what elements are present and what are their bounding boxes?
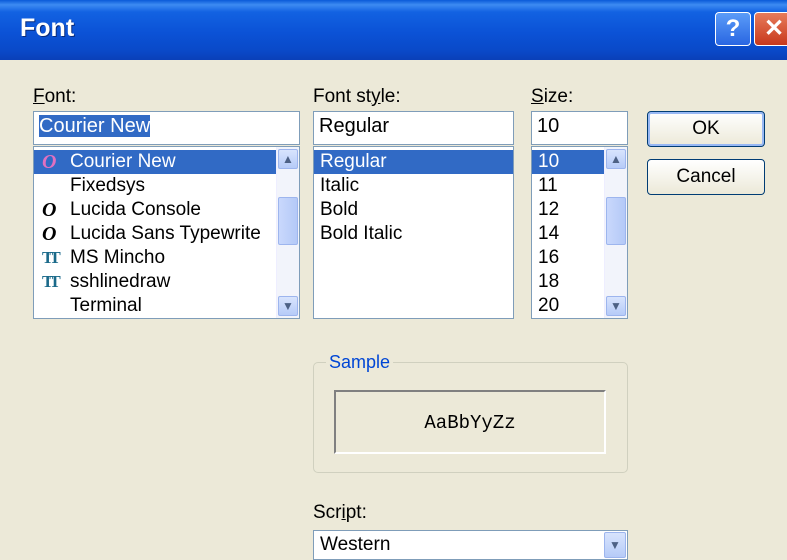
up-arrow-icon[interactable]: ▲ <box>606 149 626 169</box>
font-list-item-label: Fixedsys <box>70 175 145 196</box>
size-item[interactable]: 18 <box>532 270 605 294</box>
font-style-input[interactable]: Regular <box>313 111 514 145</box>
font-style-label: Font style: <box>313 86 401 107</box>
font-list-item-label: Lucida Sans Typewrite <box>70 223 261 244</box>
script-label: Script: <box>313 502 367 523</box>
window-title: Font <box>20 14 75 42</box>
size-item[interactable]: 11 <box>532 174 605 198</box>
font-style-item[interactable]: Bold Italic <box>314 222 513 246</box>
font-list-item[interactable]: O Courier New <box>34 150 299 174</box>
font-name-input[interactable]: Courier New <box>33 111 300 145</box>
truetype-font-icon: TT <box>42 248 61 267</box>
script-dropdown[interactable]: Western ▼ <box>313 530 628 560</box>
size-item[interactable]: 12 <box>532 198 605 222</box>
font-list-item-label: Lucida Console <box>70 199 201 220</box>
cancel-button[interactable]: Cancel <box>647 159 765 195</box>
close-button[interactable]: ✕ <box>754 12 787 46</box>
help-button[interactable]: ? <box>715 12 751 46</box>
font-list-item-label: MS Mincho <box>70 247 166 268</box>
ok-button[interactable]: OK <box>647 111 765 147</box>
down-arrow-icon[interactable]: ▼ <box>606 296 626 316</box>
font-style-item[interactable]: Regular <box>314 150 513 174</box>
truetype-font-icon: TT <box>42 272 61 291</box>
font-list-item[interactable]: O Lucida Sans Typewrite <box>34 222 299 246</box>
chevron-down-icon[interactable]: ▼ <box>604 532 626 558</box>
scroll-thumb[interactable] <box>606 197 626 245</box>
font-style-item[interactable]: Bold <box>314 198 513 222</box>
title-bar: Font ? ✕ <box>0 0 787 60</box>
size-label: Size: <box>531 86 574 107</box>
scroll-thumb[interactable] <box>278 197 298 245</box>
size-item[interactable]: 10 <box>532 150 605 174</box>
font-list-item-label: sshlinedraw <box>70 271 171 292</box>
font-list-item-label: Terminal <box>70 295 142 316</box>
size-item[interactable]: 20 <box>532 294 605 318</box>
opentype-font-icon: O <box>42 223 57 245</box>
font-list-item[interactable]: Terminal <box>34 294 299 318</box>
opentype-font-icon: O <box>42 151 57 173</box>
font-list-scrollbar[interactable]: ▲ ▼ <box>276 147 299 318</box>
size-list[interactable]: 10 11 12 14 16 18 20 ▲ ▼ <box>531 146 628 319</box>
size-item[interactable]: 14 <box>532 222 605 246</box>
size-list-scrollbar[interactable]: ▲ ▼ <box>604 147 627 318</box>
font-list-item-label: Courier New <box>70 151 176 172</box>
font-list-item[interactable]: TT sshlinedraw <box>34 270 299 294</box>
font-list-item[interactable]: O Lucida Console <box>34 198 299 222</box>
size-input[interactable]: 10 <box>531 111 628 145</box>
down-arrow-icon[interactable]: ▼ <box>278 296 298 316</box>
font-list[interactable]: O Courier New Fixedsys O Lucida Console O Luci… <box>33 146 300 319</box>
font-list-item[interactable]: TT MS Mincho <box>34 246 299 270</box>
opentype-font-icon: O <box>42 199 57 221</box>
font-label: Font: <box>33 86 77 107</box>
up-arrow-icon[interactable]: ▲ <box>278 149 298 169</box>
font-style-item[interactable]: Italic <box>314 174 513 198</box>
sample-label: Sample <box>326 352 394 373</box>
font-style-list[interactable]: Regular Italic Bold Bold Italic <box>313 146 514 319</box>
sample-preview: AaBbYyZz <box>334 390 606 454</box>
font-list-item[interactable]: Fixedsys <box>34 174 299 198</box>
size-item[interactable]: 16 <box>532 246 605 270</box>
